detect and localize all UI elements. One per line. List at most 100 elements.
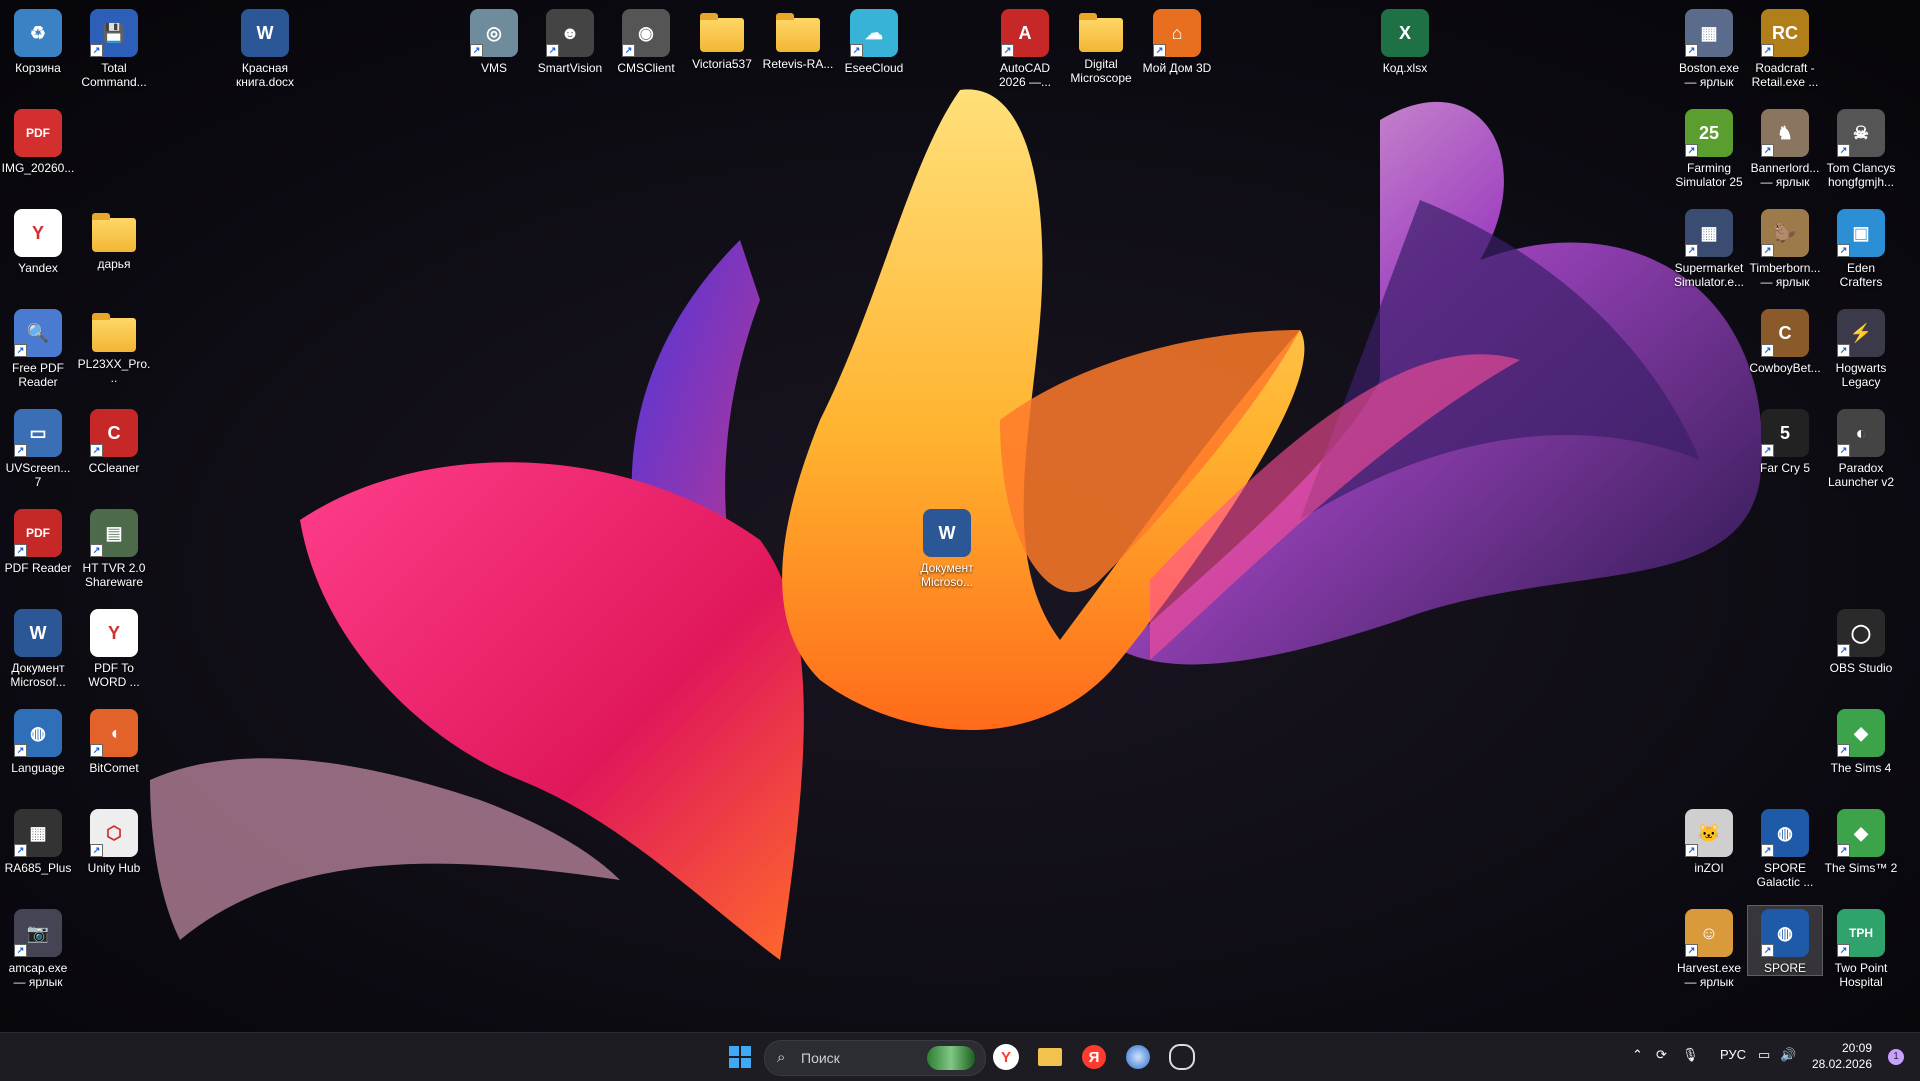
desktop-icon[interactable]: 💾 ↗ Total Command...: [77, 6, 151, 89]
desktop-icon[interactable]: RC ↗ Roadcraft - Retail.exe ...: [1748, 6, 1822, 89]
desktop-icon[interactable]: ▤ ↗ HT TVR 2.0 Shareware: [77, 506, 151, 589]
desktop-icon[interactable]: ☻ ↗ SmartVision: [533, 6, 607, 75]
desktop-icon-label: Harvest.exe — ярлык: [1676, 961, 1742, 989]
shortcut-arrow-icon: ↗: [1761, 844, 1774, 857]
desktop-icon[interactable]: ◆ ↗ The Sims™ 2: [1824, 806, 1898, 875]
desktop-icon[interactable]: ◐ ↗ Paradox Launcher v2: [1824, 406, 1898, 489]
desktop-icon[interactable]: ▦ ↗ RA685_Plus: [1, 806, 75, 875]
language-indicator[interactable]: РУС: [1720, 1047, 1746, 1062]
vms-app-icon: ◎ ↗: [470, 9, 518, 57]
desktop-icon-label: AutoCAD 2026 —...: [998, 61, 1052, 89]
shortcut-arrow-icon: ↗: [1761, 44, 1774, 57]
desktop-icon[interactable]: Y PDF To WORD ...: [77, 606, 151, 689]
desktop-icon[interactable]: ◍ ↗ SPORE Galactic ...: [1748, 806, 1822, 889]
desktop-icon[interactable]: ☠ ↗ Tom Clancys hongfgmjh...: [1824, 106, 1898, 189]
desktop-icon[interactable]: дарья: [77, 206, 151, 271]
shortcut-arrow-icon: ↗: [1761, 944, 1774, 957]
desktop-icon[interactable]: ⬡ ↗ Unity Hub: [77, 806, 151, 875]
desktop-icon[interactable]: ◖ ↗ BitComet: [77, 706, 151, 775]
obs-taskbar-icon[interactable]: [1166, 1041, 1198, 1073]
desktop-icon-label: Roadcraft - Retail.exe ...: [1751, 61, 1819, 89]
desktop-icon[interactable]: ☁ ↗ EseeCloud: [837, 6, 911, 75]
desktop-icon[interactable]: Y Yandex: [1, 206, 75, 275]
desktop-icon[interactable]: ◍ ↗ SPORE: [1747, 905, 1823, 976]
shortcut-arrow-icon: ↗: [14, 544, 27, 557]
desktop-icon-label: SmartVision: [537, 61, 603, 75]
paradox-launcher-icon: ◐ ↗: [1837, 409, 1885, 457]
chevron-up-icon[interactable]: ⌃: [1632, 1047, 1643, 1063]
desktop-icon-label: The Sims™ 2: [1824, 861, 1898, 875]
network-icon[interactable]: ▭: [1758, 1047, 1770, 1063]
shortcut-arrow-icon: ↗: [1837, 444, 1850, 457]
two-point-hospital-icon: TPH ↗: [1837, 909, 1885, 957]
shortcut-arrow-icon: ↗: [1837, 644, 1850, 657]
desktop-icon[interactable]: C ↗ CCleaner: [77, 406, 151, 475]
shortcut-arrow-icon: ↗: [1837, 844, 1850, 857]
desktop-icon[interactable]: W Документ Microsof...: [1, 606, 75, 689]
desktop-icon[interactable]: PL23XX_Pro...: [77, 306, 151, 385]
desktop-icon[interactable]: ◯ ↗ OBS Studio: [1824, 606, 1898, 675]
bitcomet-icon: ◖ ↗: [90, 709, 138, 757]
farming-sim-icon: 25 ↗: [1685, 109, 1733, 157]
desktop-icon[interactable]: A ↗ AutoCAD 2026 —...: [988, 6, 1062, 89]
desktop-icon[interactable]: Digital Microscope: [1064, 6, 1138, 85]
desktop-icon[interactable]: 🦫 ↗ Timberborn... — ярлык: [1748, 206, 1822, 289]
desktop-icon[interactable]: W Красная книга.docx: [228, 6, 302, 89]
desktop-icon-label: Language: [11, 761, 65, 775]
desktop-icon[interactable]: ▦ ↗ Supermarket Simulator.e...: [1672, 206, 1746, 289]
desktop-icon[interactable]: PDF ↗ PDF Reader: [1, 506, 75, 575]
yandex-browser-taskbar-icon[interactable]: Y: [990, 1041, 1022, 1073]
desktop-icon[interactable]: Victoria537: [685, 6, 759, 71]
desktop-icon[interactable]: PDF IMG_20260...: [1, 106, 75, 175]
desktop-icon[interactable]: ◎ ↗ VMS: [457, 6, 531, 75]
desktop-icon[interactable]: Retevis-RA...: [761, 6, 835, 71]
clock[interactable]: 20:09 28.02.2026: [1812, 1040, 1872, 1072]
desktop-icon[interactable]: W Документ Microso...: [910, 506, 984, 589]
recycle-bin-icon: ♻: [14, 9, 62, 57]
desktop-icon[interactable]: 25 ↗ Farming Simulator 25: [1672, 106, 1746, 189]
excel-doc-icon: X: [1381, 9, 1429, 57]
shortcut-arrow-icon: ↗: [1837, 144, 1850, 157]
desktop-icon[interactable]: 5 ↗ Far Cry 5: [1748, 406, 1822, 475]
desktop-icon-label: UVScreen... 7: [5, 461, 71, 489]
desktop-icon[interactable]: ☺ ↗ Harvest.exe — ярлык: [1672, 906, 1746, 989]
desktop-icon-label: Total Command...: [81, 61, 147, 89]
desktop-icon[interactable]: ▭ ↗ UVScreen... 7: [1, 406, 75, 489]
html-file-icon: Y: [90, 609, 138, 657]
shortcut-arrow-icon: ↗: [90, 844, 103, 857]
desktop-icon[interactable]: ⚡ ↗ Hogwarts Legacy: [1824, 306, 1898, 389]
desktop-icon-label: Yandex: [18, 261, 58, 275]
desktop-icon[interactable]: ◉ ↗ CMSClient: [609, 6, 683, 75]
windows-start-icon[interactable]: [724, 1041, 756, 1073]
search-icon: ⌕: [777, 1049, 786, 1066]
desktop-icon[interactable]: 📷 ↗ amcap.exe — ярлык: [1, 906, 75, 989]
desktop-icon[interactable]: X Код.xlsx: [1368, 6, 1442, 75]
file-explorer-taskbar-icon[interactable]: [1034, 1041, 1066, 1073]
desktop-icon[interactable]: ▣ ↗ Eden Crafters: [1824, 206, 1898, 289]
smartvision-app-icon: ☻ ↗: [546, 9, 594, 57]
spore-taskbar-icon[interactable]: [1122, 1041, 1154, 1073]
folder-icon: [92, 213, 136, 252]
shortcut-arrow-icon: ↗: [850, 44, 863, 57]
taskbar-search[interactable]: ⌕ Поиск: [764, 1040, 986, 1076]
microphone-icon[interactable]: 🎙: [1682, 1047, 1699, 1063]
desktop-icon[interactable]: 🐱 ↗ inZOI: [1672, 806, 1746, 875]
yandex-taskbar-icon[interactable]: Я: [1078, 1041, 1110, 1073]
shortcut-arrow-icon: ↗: [14, 344, 27, 357]
desktop-icon-label: CCleaner: [88, 461, 140, 475]
desktop-icon-label: PL23XX_Pro...: [77, 357, 151, 385]
desktop-icon-label: OBS Studio: [1829, 661, 1893, 675]
desktop-icon[interactable]: ♞ ↗ Bannerlord... — ярлык: [1748, 106, 1822, 189]
desktop-icon[interactable]: C ↗ CowboyBet...: [1748, 306, 1822, 375]
sync-icon[interactable]: ⟳: [1656, 1047, 1667, 1063]
desktop-icon[interactable]: ◍ ↗ Language: [1, 706, 75, 775]
desktop-icon[interactable]: TPH ↗ Two Point Hospital: [1824, 906, 1898, 989]
desktop-icon[interactable]: ◆ ↗ The Sims 4: [1824, 706, 1898, 775]
desktop-icon[interactable]: ⌂ ↗ Мой Дом 3D: [1140, 6, 1214, 75]
notification-badge[interactable]: 1: [1888, 1049, 1904, 1065]
volume-icon[interactable]: 🔊: [1780, 1047, 1796, 1063]
bannerlord-game-icon: ♞ ↗: [1761, 109, 1809, 157]
desktop-icon[interactable]: ▦ ↗ Boston.exe — ярлык: [1672, 6, 1746, 89]
desktop-icon[interactable]: ♻ Корзина: [1, 6, 75, 75]
desktop-icon[interactable]: 🔍 ↗ Free PDF Reader: [1, 306, 75, 389]
